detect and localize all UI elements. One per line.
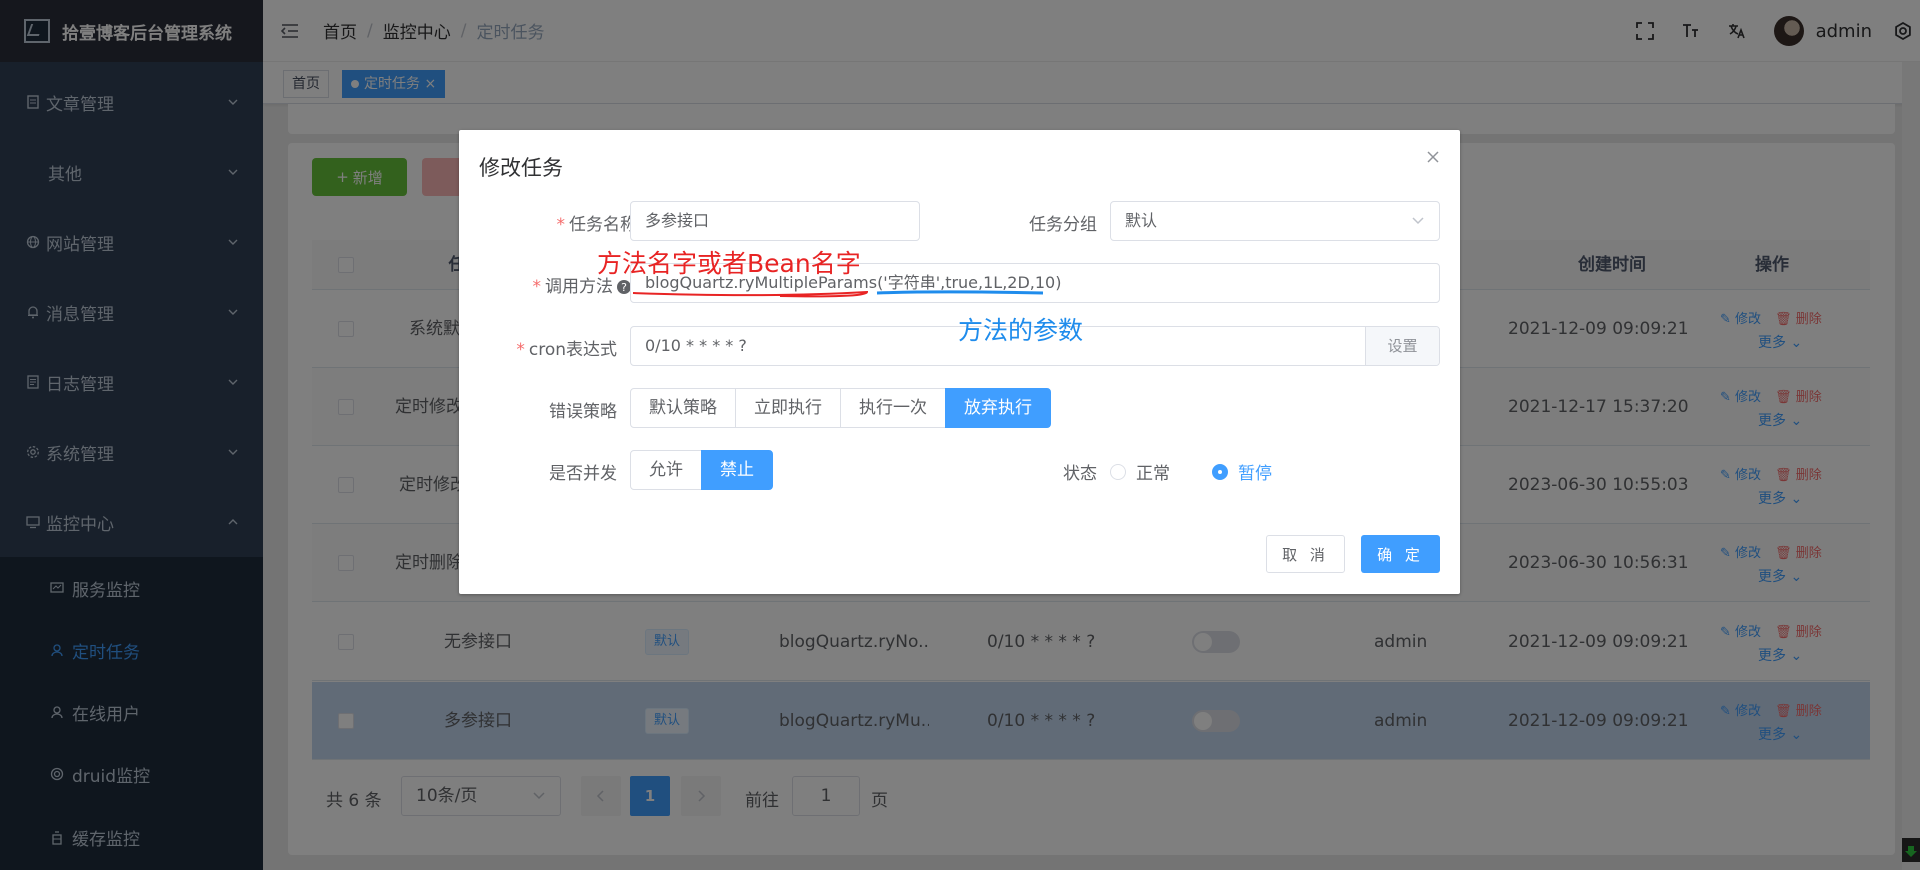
status-radio-paused[interactable]: 暂停 bbox=[1212, 459, 1272, 484]
cancel-button[interactable]: 取 消 bbox=[1266, 535, 1345, 573]
cron-value: 0/10 * * * * ? bbox=[645, 336, 747, 355]
annotation-method-name: 方法名字或者Bean名字 bbox=[597, 249, 861, 278]
concurrent-option-deny[interactable]: 禁止 bbox=[701, 450, 773, 490]
concurrent-option-allow[interactable]: 允许 bbox=[630, 450, 702, 490]
concurrent-label: 是否并发 bbox=[549, 464, 617, 484]
annotation-params: 方法的参数 bbox=[958, 316, 1084, 345]
misfire-label: 错误策略 bbox=[549, 402, 617, 422]
close-icon[interactable] bbox=[1426, 150, 1440, 164]
misfire-option-default[interactable]: 默认策略 bbox=[630, 388, 736, 428]
annotation-red-underline bbox=[632, 290, 869, 298]
misfire-option-once[interactable]: 执行一次 bbox=[840, 388, 946, 428]
chevron-down-icon bbox=[1411, 216, 1425, 226]
job-group-select[interactable]: 默认 bbox=[1110, 201, 1440, 241]
status-radio-normal[interactable]: 正常 bbox=[1110, 459, 1170, 484]
job-group-value: 默认 bbox=[1125, 211, 1158, 230]
help-icon[interactable]: ? bbox=[617, 280, 631, 294]
misfire-option-abandon[interactable]: 放弃执行 bbox=[945, 388, 1051, 428]
confirm-button[interactable]: 确 定 bbox=[1361, 535, 1440, 573]
status-label: 状态 bbox=[1063, 464, 1097, 484]
radio-circle-icon bbox=[1110, 463, 1126, 480]
concurrent-group: 允许 禁止 bbox=[630, 450, 773, 490]
radio-circle-icon bbox=[1212, 463, 1228, 480]
misfire-policy-group: 默认策略 立即执行 执行一次 放弃执行 bbox=[630, 388, 1051, 428]
job-name-input[interactable]: 多参接口 bbox=[630, 201, 920, 241]
cron-setting-button[interactable]: 设置 bbox=[1365, 327, 1439, 365]
job-group-label: 任务分组 bbox=[1029, 215, 1097, 235]
annotation-blue-underline bbox=[876, 290, 1044, 295]
edit-job-dialog: 修改任务 * 任务名称 多参接口 任务分组 默认 * 调用方法? blogQuart… bbox=[459, 130, 1460, 594]
misfire-option-immediate[interactable]: 立即执行 bbox=[735, 388, 841, 428]
dialog-title: 修改任务 bbox=[479, 156, 563, 180]
job-name-label: * 任务名称 bbox=[556, 215, 638, 235]
cron-label: * cron表达式 bbox=[516, 340, 617, 360]
